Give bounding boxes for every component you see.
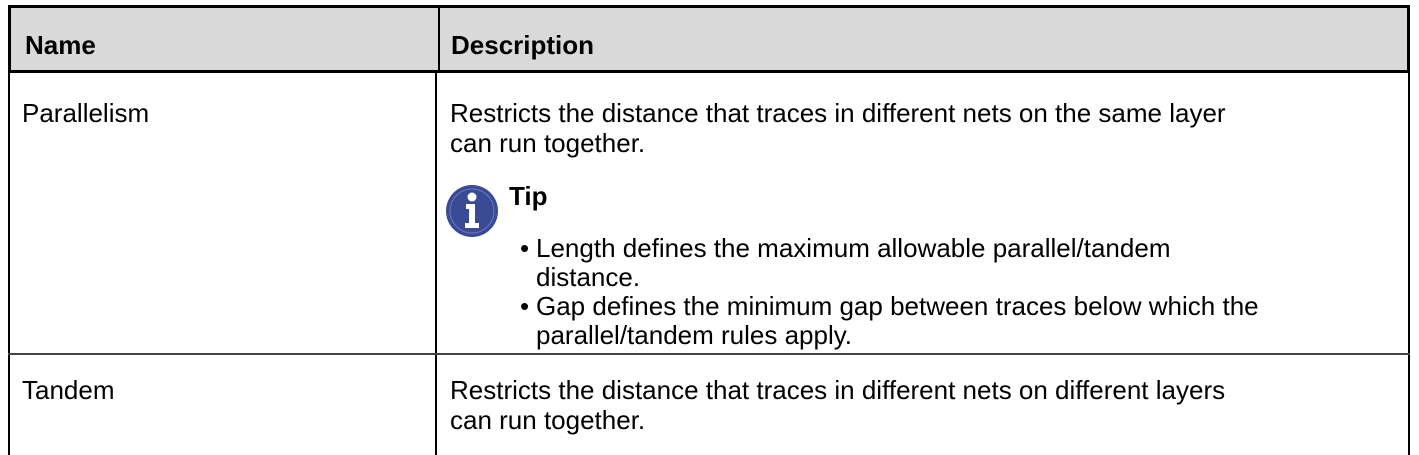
table-left-border xyxy=(8,73,10,455)
tip-bullet: • Length defines the maximum allowable p… xyxy=(520,233,1400,293)
bullet-dot: • xyxy=(520,291,530,321)
row-description-line: Restricts the distance that traces in di… xyxy=(450,375,1226,405)
tip-bullet-line: parallel/tandem rules apply. xyxy=(536,320,853,350)
table-header: Name Description xyxy=(8,5,1410,73)
tip-bullet-line: distance. xyxy=(536,262,641,292)
parameters-table: Name Description Parallelism Restricts t… xyxy=(8,5,1410,455)
tip-title: Tip xyxy=(509,181,548,211)
column-divider xyxy=(435,73,437,455)
row-name: Tandem xyxy=(22,375,115,405)
header-description: Description xyxy=(451,30,595,60)
row-description-line: Restricts the distance that traces in di… xyxy=(450,98,1226,128)
tip-bullet: • Gap defines the minimum gap between tr… xyxy=(520,291,1400,351)
row-description-line: can run together. xyxy=(450,405,646,435)
tip-bullet-line: Length defines the maximum allowable par… xyxy=(536,233,1171,263)
row-description-line: can run together. xyxy=(450,128,646,158)
header-divider xyxy=(438,8,440,70)
header-name: Name xyxy=(25,30,96,60)
info-icon xyxy=(446,185,498,237)
table-right-border xyxy=(1408,73,1410,455)
bullet-dot: • xyxy=(520,233,530,263)
tip-bullet-line: Gap defines the minimum gap between trac… xyxy=(536,291,1259,321)
row-name: Parallelism xyxy=(22,98,150,128)
row-divider xyxy=(8,353,1410,355)
